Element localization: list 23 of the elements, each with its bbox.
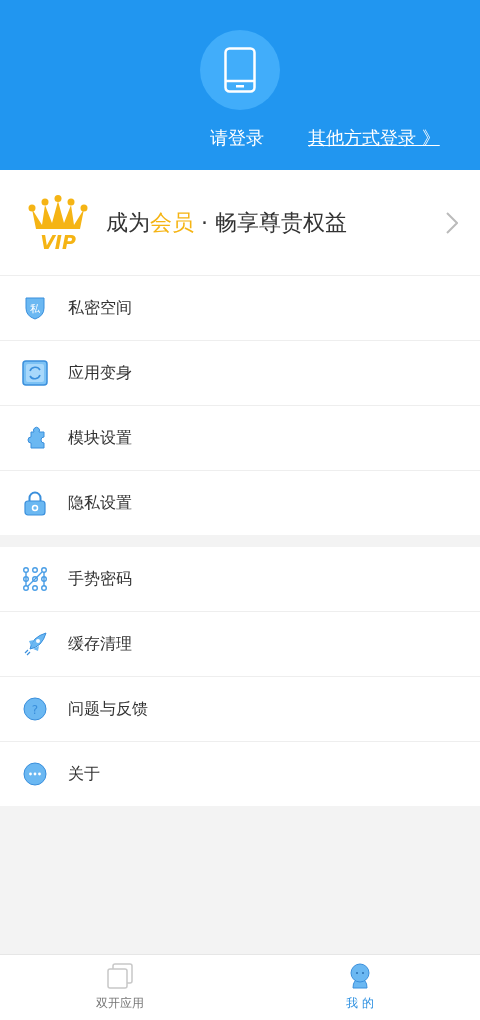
menu-item[interactable]: 隐私设置: [0, 471, 480, 535]
question-bubble-icon: ?: [22, 696, 48, 722]
phone-icon: [224, 47, 256, 93]
lock-icon: [22, 490, 48, 516]
menu-item[interactable]: 缓存清理: [0, 612, 480, 677]
menu-item[interactable]: 模块设置: [0, 406, 480, 471]
pattern-grid-icon: [22, 566, 48, 592]
nav-tab[interactable]: 我 的: [240, 955, 480, 1020]
menu-item[interactable]: 关于: [0, 742, 480, 806]
menu-item[interactable]: 应用变身: [0, 341, 480, 406]
refresh-icon: [22, 360, 48, 386]
menu-item[interactable]: 私 私密空间: [0, 276, 480, 341]
rocket-icon: [22, 631, 48, 657]
shield-icon: 私: [22, 295, 48, 321]
more-bubble-icon: [22, 761, 48, 787]
nav-tab[interactable]: 双开应用: [0, 955, 240, 1020]
menu-item[interactable]: 手势密码: [0, 547, 480, 612]
person-icon: [348, 963, 372, 989]
chevron-right-icon: [446, 211, 458, 234]
menu-item[interactable]: ? 问题与反馈: [0, 677, 480, 742]
vip-banner[interactable]: VIP 成为会员 · 畅享尊贵权益: [0, 170, 480, 276]
vip-title: 成为会员 · 畅享尊贵权益: [106, 208, 348, 237]
stacked-squares-icon: [107, 963, 133, 989]
